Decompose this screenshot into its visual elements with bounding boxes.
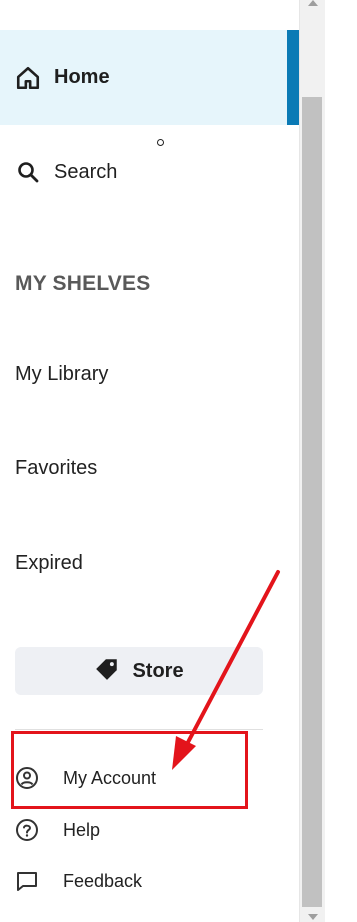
sidebar-item-favorites[interactable]: Favorites [15,457,97,480]
sidebar-item-feedback[interactable]: Feedback [15,869,142,893]
help-circle-icon [15,818,39,842]
home-icon [15,65,41,91]
scroll-up-arrow-icon[interactable] [308,0,318,6]
sidebar-item-label: Feedback [63,870,143,891]
sidebar-item-search[interactable]: Search [0,140,299,204]
sidebar-item-help[interactable]: Help [15,818,100,842]
scrollbar-thumb[interactable] [302,97,322,907]
store-button[interactable]: Store [15,647,263,695]
sidebar-item-home[interactable]: Home [0,30,299,125]
sidebar-item-label: Home [54,66,110,88]
scroll-down-arrow-icon[interactable] [308,914,318,920]
section-title-my-shelves: MY SHELVES [15,272,151,295]
page-background [325,0,357,922]
tag-icon [94,656,120,687]
sidebar-item-expired[interactable]: Expired [15,552,83,575]
feedback-chat-icon [15,869,39,893]
scrollbar[interactable] [299,0,325,922]
sidebar-item-my-library[interactable]: My Library [15,363,108,386]
annotation-highlight-box [11,731,248,809]
store-button-label: Store [132,659,184,682]
divider [15,729,263,730]
sidebar-item-label: Help [63,819,101,840]
active-indicator [287,30,299,125]
search-icon [15,159,41,185]
sidebar-item-label: Search [54,160,118,183]
